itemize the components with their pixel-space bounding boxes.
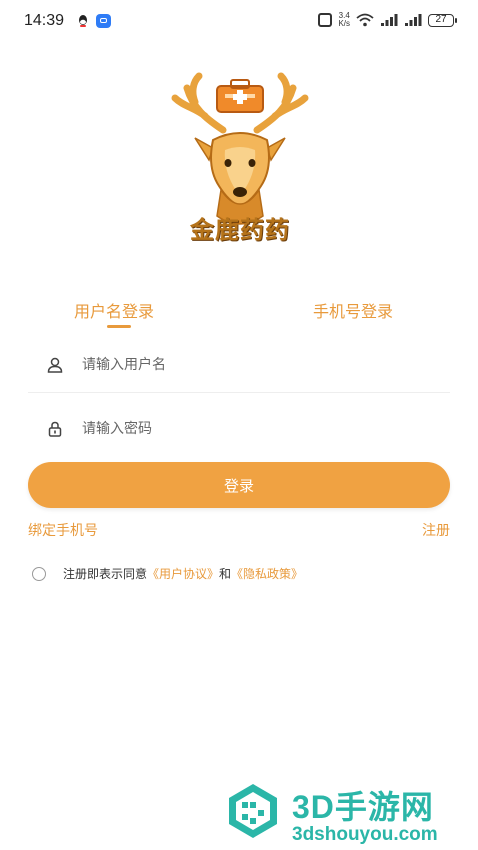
status-time: 14:39 <box>24 12 65 29</box>
password-field <box>28 400 450 456</box>
watermark: 3D手游网 3dshouyou.com <box>222 780 478 850</box>
qq-icon <box>79 15 87 27</box>
register-link[interactable]: 注册 <box>422 520 450 540</box>
status-bar: 14:39 3.4 K/s 27 <box>0 0 478 44</box>
username-input[interactable] <box>80 350 424 380</box>
privacy-policy-link[interactable]: 《隐私政策》 <box>231 565 303 582</box>
message-icon <box>96 14 111 28</box>
login-button[interactable]: 登录 <box>28 462 450 508</box>
agreement-conjunction: 和 <box>219 567 232 581</box>
user-icon <box>47 357 63 373</box>
watermark-logo-icon <box>229 784 277 838</box>
wifi-icon <box>356 13 374 27</box>
tab-indicator <box>107 325 131 328</box>
watermark-title: 3D手游网 <box>292 789 434 825</box>
signal-icon <box>381 14 398 26</box>
watermark-domain: 3dshouyou.com <box>292 824 438 845</box>
signal-icon-2 <box>405 14 422 26</box>
battery-indicator: 27 <box>428 13 457 27</box>
login-tabs: 用户名登录 手机号登录 <box>0 298 478 334</box>
tab-username-login[interactable]: 用户名登录 <box>74 298 154 322</box>
lock-icon <box>48 421 62 437</box>
user-agreement-link[interactable]: 《用户协议》 <box>147 565 219 582</box>
tab-phone-login[interactable]: 手机号登录 <box>313 298 393 322</box>
agreement-checkbox[interactable] <box>32 566 46 581</box>
network-speed-unit: K/s <box>338 19 350 28</box>
nfc-icon <box>318 13 333 27</box>
brand-name: 金鹿药药 <box>190 215 290 244</box>
network-speed: 3.4 K/s <box>338 12 350 28</box>
bind-phone-link[interactable]: 绑定手机号 <box>28 520 98 540</box>
username-field <box>28 336 450 393</box>
password-input[interactable] <box>80 414 424 444</box>
agreement-prefix: 注册即表示同意 <box>63 567 148 581</box>
agreement-row: 注册即表示同意 《用户协议》 和 《隐私政策》 <box>32 565 303 582</box>
status-indicators: 3.4 K/s 27 <box>318 12 457 28</box>
